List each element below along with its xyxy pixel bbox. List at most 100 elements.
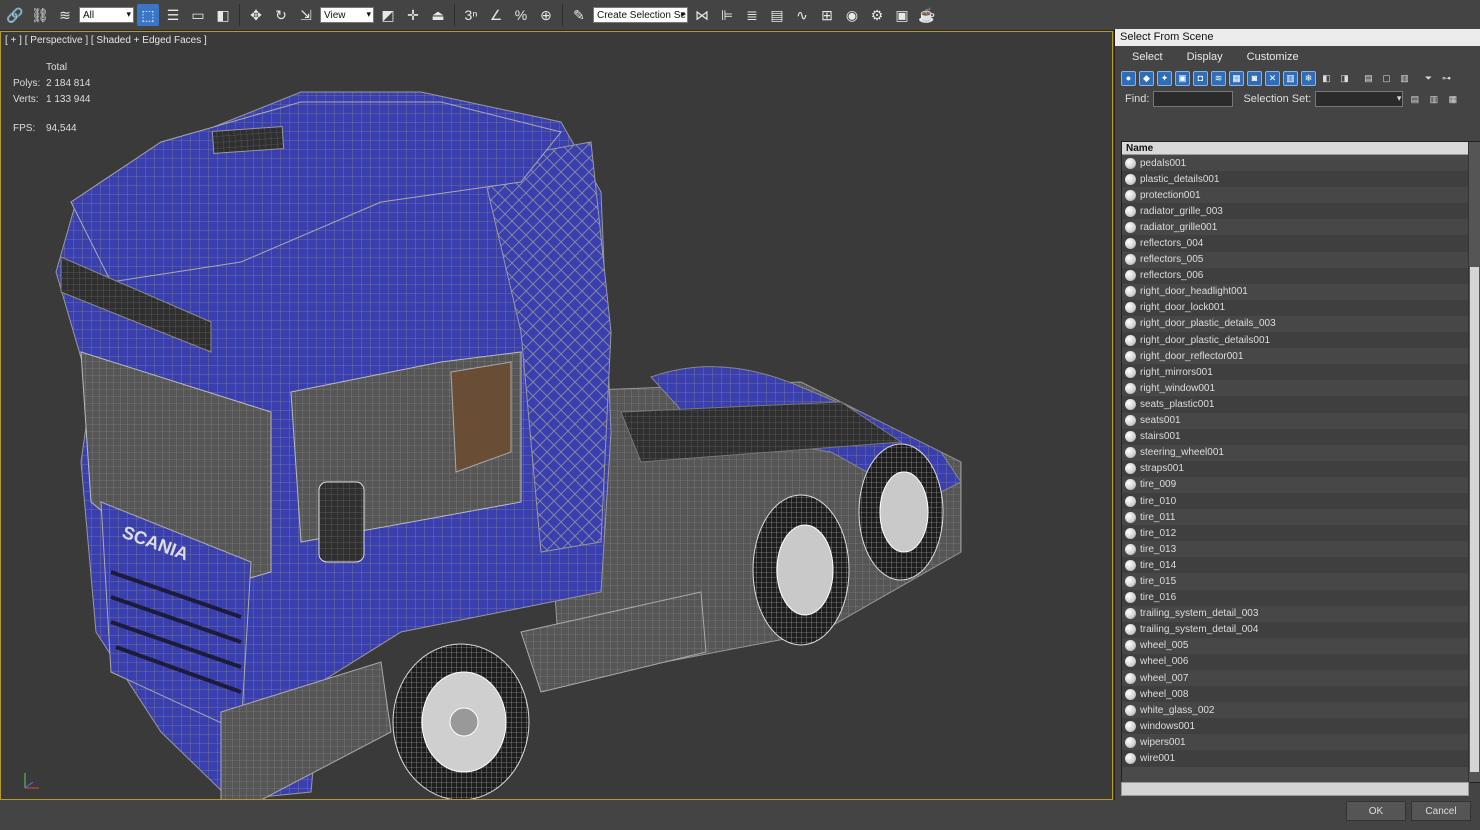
object-visibility-icon[interactable] — [1125, 527, 1136, 539]
object-visibility-icon[interactable] — [1125, 254, 1136, 266]
display-xrefs-icon[interactable]: ◙ — [1247, 70, 1262, 86]
create-selection-set-icon[interactable]: ▤ — [1407, 92, 1422, 107]
list-item[interactable]: wire001 — [1122, 750, 1480, 767]
object-visibility-icon[interactable] — [1125, 624, 1136, 636]
object-visibility-icon[interactable] — [1125, 736, 1136, 748]
object-visibility-icon[interactable] — [1125, 688, 1136, 700]
render-production-icon[interactable]: ☕ — [916, 4, 938, 26]
list-item[interactable]: tire_014 — [1122, 557, 1480, 574]
object-visibility-icon[interactable] — [1125, 431, 1136, 443]
list-item[interactable]: plastic_details001 — [1122, 171, 1480, 188]
list-item[interactable]: tire_009 — [1122, 476, 1480, 493]
list-item[interactable]: reflectors_006 — [1122, 267, 1480, 284]
window-crossing-icon[interactable]: ◧ — [212, 4, 234, 26]
mirror-icon[interactable]: ⋈ — [691, 4, 713, 26]
ribbon-icon[interactable]: ▤ — [766, 4, 788, 26]
object-visibility-icon[interactable] — [1125, 270, 1136, 282]
cancel-button[interactable]: Cancel — [1411, 801, 1471, 821]
ok-button[interactable]: OK — [1346, 801, 1406, 821]
list-item[interactable]: radiator_grille_003 — [1122, 203, 1480, 220]
list-item[interactable]: steering_wheel001 — [1122, 444, 1480, 461]
render-setup-icon[interactable]: ⚙ — [866, 4, 888, 26]
scale-icon[interactable]: ⇲ — [295, 4, 317, 26]
object-visibility-icon[interactable] — [1125, 640, 1136, 652]
selection-filter-dropdown[interactable]: All — [79, 7, 134, 23]
object-visibility-icon[interactable] — [1125, 221, 1136, 233]
object-visibility-icon[interactable] — [1125, 350, 1136, 362]
object-visibility-icon[interactable] — [1125, 720, 1136, 732]
keyboard-shortcut-icon[interactable]: ⏏ — [427, 4, 449, 26]
list-item[interactable]: seats001 — [1122, 412, 1480, 429]
selection-set-dropdown[interactable] — [1315, 91, 1404, 107]
rotate-icon[interactable]: ↻ — [270, 4, 292, 26]
object-visibility-icon[interactable] — [1125, 479, 1136, 491]
list-item[interactable]: seats_plastic001 — [1122, 396, 1480, 413]
spinner-snap-icon[interactable]: ⊕ — [535, 4, 557, 26]
display-helpers-icon[interactable]: ◘ — [1193, 70, 1208, 86]
align-icon[interactable]: ⊫ — [716, 4, 738, 26]
object-visibility-icon[interactable] — [1125, 447, 1136, 459]
delete-selection-set-icon[interactable]: ▦ — [1445, 92, 1460, 107]
display-lights-icon[interactable]: ✦ — [1157, 70, 1172, 86]
menu-display[interactable]: Display — [1174, 51, 1234, 63]
name-column-header[interactable]: Name — [1122, 142, 1480, 155]
object-visibility-icon[interactable] — [1125, 173, 1136, 185]
list-item[interactable]: wipers001 — [1122, 734, 1480, 751]
list-item[interactable]: straps001 — [1122, 460, 1480, 477]
object-visibility-icon[interactable] — [1125, 286, 1136, 298]
list-item[interactable]: tire_016 — [1122, 589, 1480, 606]
object-visibility-icon[interactable] — [1125, 238, 1136, 250]
display-groups-icon[interactable]: ▦ — [1229, 70, 1244, 86]
edit-selection-set-icon[interactable]: ▥ — [1426, 92, 1441, 107]
reference-coordinate-dropdown[interactable]: View — [320, 7, 374, 23]
list-item[interactable]: tire_010 — [1122, 492, 1480, 510]
list-item[interactable]: white_glass_002 — [1122, 702, 1480, 719]
list-item[interactable]: trailing_system_detail_003 — [1122, 605, 1480, 622]
list-item[interactable]: tire_011 — [1122, 509, 1480, 526]
object-visibility-icon[interactable] — [1125, 608, 1136, 620]
list-item[interactable]: wheel_005 — [1122, 637, 1480, 654]
list-item[interactable]: wheel_007 — [1122, 670, 1480, 687]
list-item[interactable]: protection001 — [1122, 187, 1480, 204]
menu-customize[interactable]: Customize — [1234, 51, 1310, 63]
list-item[interactable]: wheel_006 — [1122, 653, 1480, 670]
list-item[interactable]: tire_012 — [1122, 525, 1480, 542]
select-all-icon[interactable]: ▤ — [1361, 71, 1376, 86]
object-visibility-icon[interactable] — [1125, 672, 1136, 684]
object-visibility-icon[interactable] — [1125, 398, 1136, 410]
object-visibility-icon[interactable] — [1125, 495, 1136, 507]
object-visibility-icon[interactable] — [1125, 189, 1136, 201]
display-geometry-icon[interactable]: ● — [1121, 70, 1136, 86]
object-visibility-icon[interactable] — [1125, 463, 1136, 475]
move-icon[interactable]: ✥ — [245, 4, 267, 26]
list-item[interactable]: right_door_plastic_details_003 — [1122, 315, 1480, 333]
angle-snap-icon[interactable]: ∠ — [485, 4, 507, 26]
schematic-view-icon[interactable]: ⊞ — [816, 4, 838, 26]
object-visibility-icon[interactable] — [1125, 205, 1136, 217]
list-item[interactable]: reflectors_005 — [1122, 251, 1480, 268]
display-cameras-icon[interactable]: ▣ — [1175, 70, 1190, 86]
display-shapes-icon[interactable]: ◆ — [1139, 70, 1154, 86]
object-visibility-icon[interactable] — [1125, 559, 1136, 571]
select-invert-icon[interactable]: ▥ — [1397, 71, 1412, 86]
rect-selection-icon[interactable]: ▭ — [187, 4, 209, 26]
display-bones-icon[interactable]: ✕ — [1265, 70, 1280, 86]
object-visibility-icon[interactable] — [1125, 543, 1136, 555]
curve-editor-icon[interactable]: ∿ — [791, 4, 813, 26]
perspective-viewport[interactable]: SCANIA [ + ] [ Perspective ] [ Shaded + … — [0, 31, 1113, 800]
select-by-name-icon[interactable]: ☰ — [162, 4, 184, 26]
filter-icon[interactable]: ⏷ — [1421, 71, 1436, 86]
pivot-center-icon[interactable]: ◩ — [377, 4, 399, 26]
list-item[interactable]: trailing_system_detail_004 — [1122, 621, 1480, 638]
object-visibility-icon[interactable] — [1125, 704, 1136, 716]
find-input[interactable] — [1153, 91, 1234, 107]
list-item[interactable]: right_door_lock001 — [1122, 299, 1480, 316]
bind-spacewarp-icon[interactable]: ≋ — [54, 4, 76, 26]
object-visibility-icon[interactable] — [1125, 157, 1136, 169]
list-item[interactable]: wheel_008 — [1122, 686, 1480, 703]
hierarchy-icon[interactable]: ⊶ — [1439, 71, 1454, 86]
object-visibility-icon[interactable] — [1125, 656, 1136, 668]
viewport-label[interactable]: [ + ] [ Perspective ] [ Shaded + Edged F… — [5, 35, 207, 46]
edit-named-selection-icon[interactable]: ✎ — [568, 4, 590, 26]
list-item[interactable]: right_window001 — [1122, 380, 1480, 397]
